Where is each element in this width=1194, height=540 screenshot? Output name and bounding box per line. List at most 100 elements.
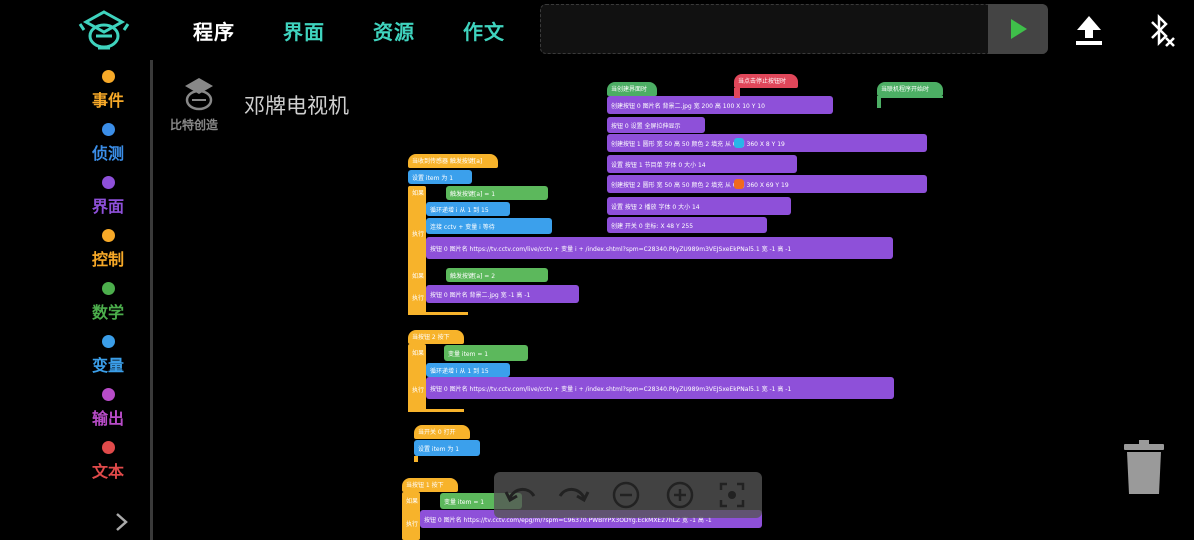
block-text: 按钮 0 图片名 https://tv.cctv.com/live/cctv +… (430, 246, 792, 253)
category-dot (101, 176, 115, 189)
category-variables[interactable]: 变量 (80, 335, 136, 376)
category-label: 数学 (91, 303, 124, 322)
block-if-frame-2[interactable]: 如果 (408, 344, 426, 412)
block-text: 当点击停止按钮时 (738, 78, 787, 85)
category-math[interactable]: 数学 (80, 282, 136, 323)
tab-program[interactable]: 程序 (193, 16, 235, 45)
block-set-button-image-2[interactable]: 按钮 0 图片名 https://tv.cctv.com/live/cctv +… (426, 377, 894, 399)
category-interface[interactable]: 界面 (80, 176, 136, 217)
block-stop-arm (734, 88, 740, 98)
block-set-button-image[interactable]: 按钮 0 图片名 https://tv.cctv.com/live/cctv +… (426, 237, 893, 259)
block-text: 循环递增 i 从 1 到 15 (430, 368, 489, 375)
block-text: 如果 (412, 273, 425, 280)
run-button[interactable] (988, 4, 1048, 54)
block-text: 当开关 0 打开 (418, 429, 456, 436)
block-set-fullscreen[interactable]: 按钮 0 设置 全屏拉伸显示 (607, 117, 705, 133)
block-hat-button-2[interactable]: 当按钮 2 按下 (408, 330, 464, 344)
block-switch-arm (414, 456, 418, 462)
zoom-in-button[interactable] (666, 481, 694, 509)
color-swatch-orange[interactable] (734, 179, 744, 189)
block-set-item-2[interactable]: 设置 item 为 1 (414, 440, 480, 456)
play-icon (1011, 19, 1027, 39)
undo-icon (504, 488, 536, 503)
bluetooth-button[interactable] (1146, 12, 1176, 48)
project-title[interactable]: 邓牌电视机 (244, 90, 349, 120)
block-create-button-0[interactable]: 创建按钮 0 图片名 背景二.jpg 宽 200 高 100 X 10 Y 10 (607, 96, 833, 114)
category-dot (101, 441, 115, 454)
upload-icon (1076, 16, 1102, 45)
block-text: 变量 item = 1 (448, 351, 489, 358)
block-create-button-1[interactable]: 创建按钮 1 圆形 宽 50 高 50 颜色 2 填充 从 0 到 360 X … (607, 134, 927, 152)
block-text: 变量 item = 1 (444, 499, 485, 506)
block-condition[interactable]: 触发按键[a] = 1 (446, 186, 548, 200)
category-events[interactable]: 事件 (80, 70, 136, 111)
block-text: 如果 (412, 350, 425, 357)
trash-can[interactable] (1124, 440, 1164, 496)
expand-sidebar-button[interactable] (112, 510, 132, 534)
block-text: 创建 开关 0 坐标: X 48 Y 255 (611, 223, 694, 230)
block-loop[interactable]: 循环递增 i 从 1 到 15 (426, 202, 510, 216)
recenter-button[interactable] (718, 481, 746, 509)
block-loop-2[interactable]: 循环递增 i 从 1 到 15 (426, 363, 510, 377)
block-if-footer (408, 312, 468, 315)
block-set-button-bg[interactable]: 按钮 0 图片名 背景二.jpg 宽 -1 高 -1 (426, 285, 579, 303)
block-text: 执行 (412, 387, 425, 394)
block-text: 如果 (412, 190, 425, 197)
block-set-item[interactable]: 设置 item 为 1 (408, 170, 472, 184)
block-text: 触发按键[a] = 2 (450, 273, 496, 280)
upload-button[interactable] (1074, 14, 1104, 46)
category-sensing[interactable]: 侦测 (80, 123, 136, 164)
block-set-button-2-text[interactable]: 设置 按钮 2 播放 字体 0 大小 14 (607, 197, 791, 215)
category-label: 变量 (91, 356, 124, 375)
block-text: 连接 cctv + 变量 i 等待 (430, 224, 495, 231)
category-label: 输出 (91, 409, 124, 428)
block-do-label: 执行 (408, 226, 426, 240)
block-condition-2[interactable]: 触发按键[a] = 2 (446, 268, 548, 282)
undo-button[interactable] (504, 480, 538, 510)
block-text: 当收到传感器 触发按键[a] (412, 158, 483, 165)
block-set-button-1-text[interactable]: 设置 按钮 1 节目单 字体 0 大小 14 (607, 155, 797, 173)
category-label: 控制 (91, 250, 124, 269)
category-output[interactable]: 输出 (80, 388, 136, 429)
category-label: 文本 (91, 462, 124, 481)
block-create-button-2[interactable]: 创建按钮 2 圆形 宽 50 高 50 颜色 2 填充 从 0 到 360 X … (607, 175, 927, 193)
zoom-out-button[interactable] (612, 481, 640, 509)
redo-icon (558, 488, 590, 503)
tab-resources[interactable]: 资源 (373, 16, 415, 45)
block-online-bar (877, 96, 943, 98)
block-condition-item[interactable]: 变量 item = 1 (444, 345, 528, 361)
zoom-in-icon (666, 481, 694, 509)
block-text: 当按钮 2 按下 (412, 334, 450, 341)
block-create-switch-0[interactable]: 创建 开关 0 坐标: X 48 Y 255 (607, 217, 767, 233)
block-hat-on-sensor[interactable]: 当收到传感器 触发按键[a] (408, 154, 498, 168)
category-text[interactable]: 文本 (80, 441, 136, 482)
redo-button[interactable] (556, 480, 590, 510)
block-if2-label: 如果 (408, 268, 426, 282)
color-swatch-cyan[interactable] (734, 138, 744, 148)
canvas-toolbar (494, 472, 762, 518)
trash-icon (1124, 440, 1164, 494)
block-text: 设置 item 为 1 (412, 175, 454, 182)
block-hat-on-create[interactable]: 当创建界面时 (607, 82, 657, 96)
category-label: 侦测 (91, 144, 124, 163)
block-text: 当按钮 1 按下 (406, 482, 444, 489)
category-dot (101, 70, 115, 83)
command-bar[interactable] (540, 4, 1048, 54)
block-hat-button-1[interactable]: 当按钮 1 按下 (402, 478, 458, 492)
bluetooth-disabled-icon (1151, 13, 1175, 47)
fit-screen-icon (719, 482, 745, 508)
tab-essay[interactable]: 作文 (463, 16, 505, 45)
block-do2-label: 执行 (408, 290, 426, 304)
sidebar-divider (150, 60, 153, 540)
block-text: 设置 item 为 1 (418, 446, 460, 453)
block-text: 如果 (406, 498, 419, 505)
category-control[interactable]: 控制 (80, 229, 136, 270)
block-hat-on-stop[interactable]: 当点击停止按钮时 (734, 74, 798, 88)
block-text: 创建按钮 0 图片名 背景二.jpg 宽 200 高 100 X 10 Y 10 (611, 103, 765, 110)
block-hat-switch-on[interactable]: 当开关 0 打开 (414, 425, 470, 439)
block-do-label-2: 执行 (408, 382, 426, 396)
block-join-cctv[interactable]: 连接 cctv + 变量 i 等待 (426, 218, 552, 234)
block-hat-on-online-start[interactable]: 当联机程序开始时 (877, 82, 943, 96)
tab-interface[interactable]: 界面 (283, 16, 325, 45)
category-dot (101, 229, 115, 242)
